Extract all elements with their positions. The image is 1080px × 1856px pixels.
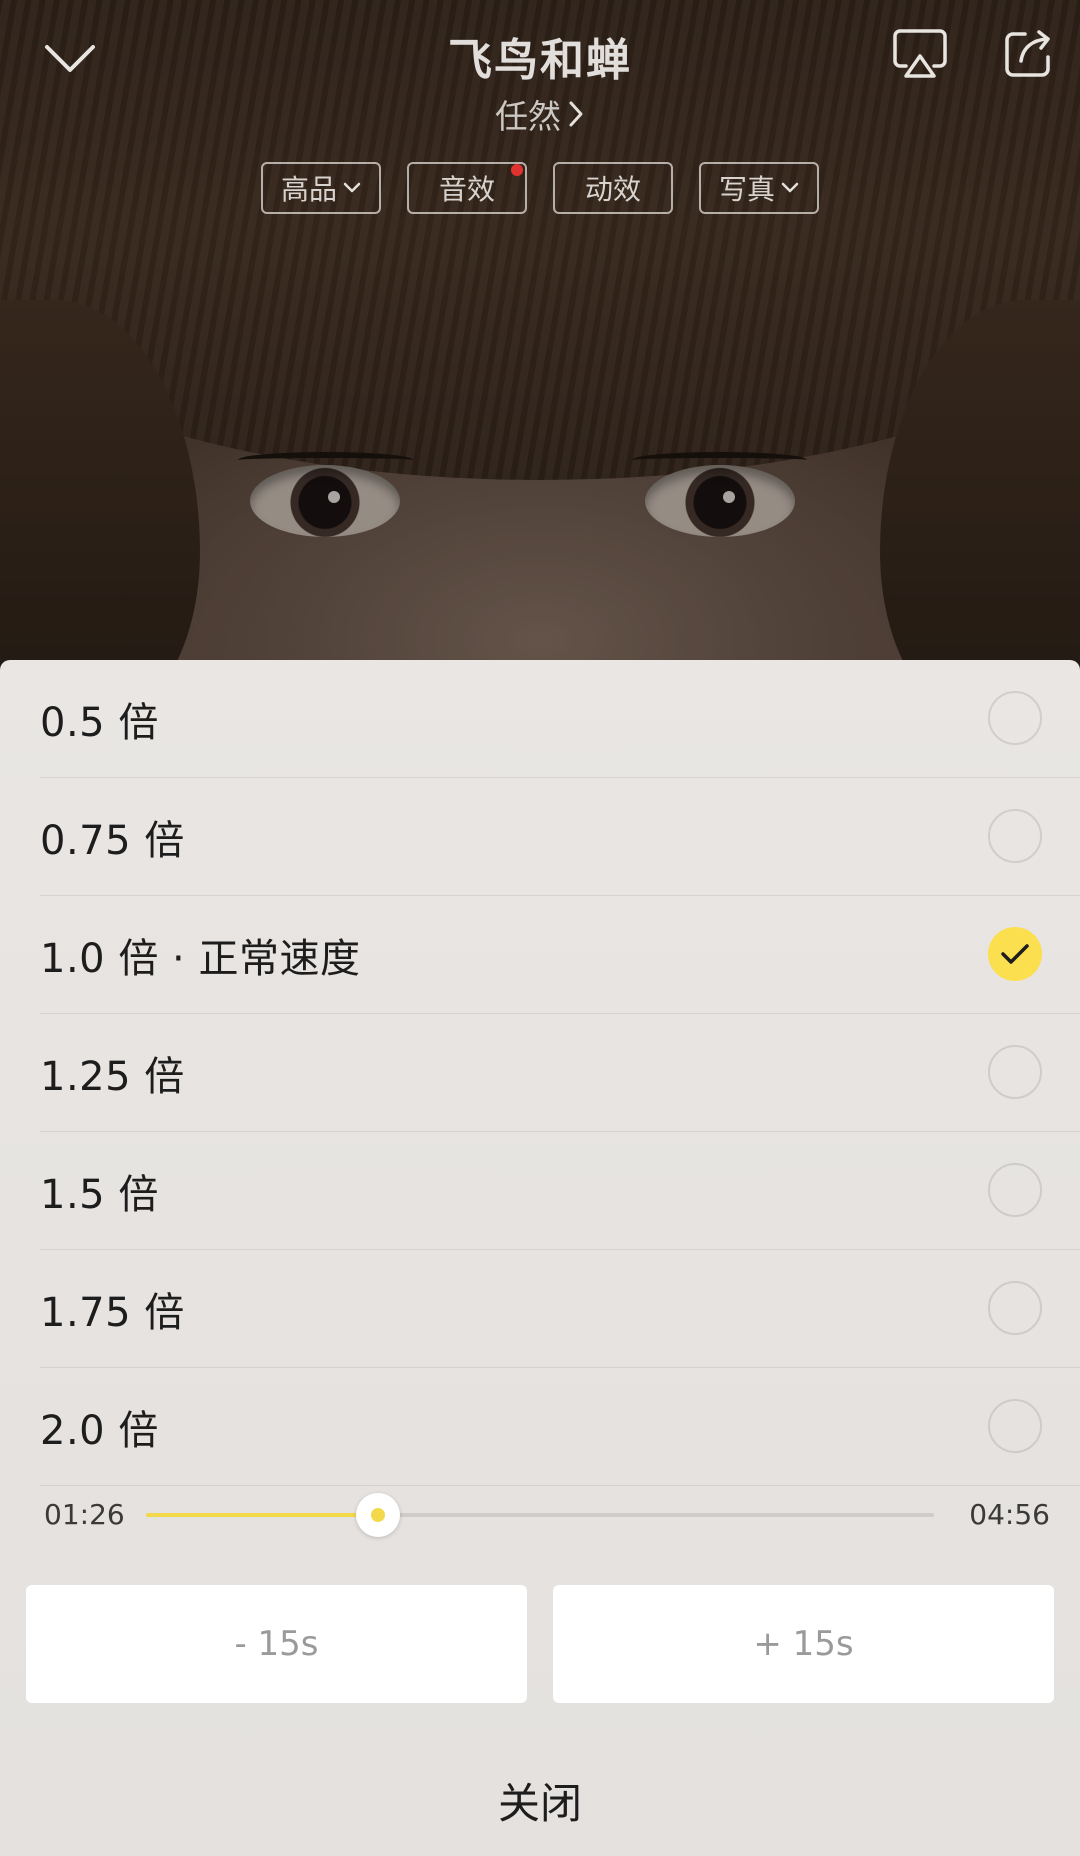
radio-unselected — [988, 1163, 1042, 1217]
player-header: 飞鸟和蝉 任然 高品 音效 动效 写真 — [0, 0, 1080, 230]
progress-fill — [146, 1513, 379, 1517]
quality-chips: 高品 音效 动效 写真 — [0, 162, 1080, 216]
chip-label: 高品 — [280, 173, 337, 206]
airplay-icon — [893, 29, 947, 78]
speed-options-list: 0.5 倍 0.75 倍 1.0 倍 · 正常速度 1.25 倍 1.5 倍 1… — [40, 660, 1080, 1486]
chip-photo[interactable]: 写真 — [699, 162, 819, 214]
chip-quality[interactable]: 高品 — [261, 162, 381, 214]
total-time: 04:56 — [969, 1498, 1050, 1531]
share-icon — [1005, 30, 1050, 77]
checkmark-icon — [1001, 944, 1029, 964]
speed-option-label: 1.25 倍 — [40, 1053, 185, 1100]
playback-speed-sheet: 0.5 倍 0.75 倍 1.0 倍 · 正常速度 1.25 倍 1.5 倍 1… — [0, 660, 1080, 1856]
chip-sound-effect[interactable]: 音效 — [407, 162, 527, 214]
speed-option-label: 2.0 倍 — [40, 1407, 159, 1454]
player-screen: 飞鸟和蝉 任然 高品 音效 动效 写真 0.5 倍 0.75 倍 1.0 倍 ·… — [0, 0, 1080, 1856]
radio-unselected — [988, 691, 1042, 745]
radio-selected — [988, 927, 1042, 981]
speed-option-label: 1.75 倍 — [40, 1289, 185, 1336]
speed-option-label: 1.0 倍 · 正常速度 — [40, 935, 361, 982]
forward-15s-button[interactable]: + 15s — [553, 1585, 1054, 1703]
chip-label: 动效 — [584, 173, 641, 206]
chip-label: 音效 — [438, 173, 495, 206]
chevron-down-icon — [781, 182, 799, 193]
collapse-button[interactable] — [30, 18, 110, 98]
progress-thumb[interactable] — [356, 1493, 401, 1537]
speed-option-0-5[interactable]: 0.5 倍 — [40, 660, 1080, 778]
share-button[interactable] — [988, 14, 1068, 94]
chip-animation[interactable]: 动效 — [553, 162, 673, 214]
speed-option-1-25[interactable]: 1.25 倍 — [40, 1014, 1080, 1132]
airplay-button[interactable] — [880, 14, 960, 94]
seek-buttons: - 15s + 15s — [26, 1585, 1054, 1703]
speed-option-label: 1.5 倍 — [40, 1171, 159, 1218]
speed-option-label: 0.75 倍 — [40, 817, 185, 864]
speed-option-1-5[interactable]: 1.5 倍 — [40, 1132, 1080, 1250]
speed-option-1-0[interactable]: 1.0 倍 · 正常速度 — [40, 896, 1080, 1014]
radio-unselected — [988, 1045, 1042, 1099]
chevron-down-icon — [45, 45, 95, 72]
rewind-15s-button[interactable]: - 15s — [26, 1585, 527, 1703]
artist-link[interactable]: 任然 — [340, 90, 740, 138]
current-time: 01:26 — [44, 1498, 125, 1531]
speed-option-0-75[interactable]: 0.75 倍 — [40, 778, 1080, 896]
chevron-down-icon — [343, 182, 361, 193]
radio-unselected — [988, 809, 1042, 863]
speed-option-1-75[interactable]: 1.75 倍 — [40, 1250, 1080, 1368]
progress-track[interactable] — [146, 1493, 934, 1537]
speed-option-label: 0.5 倍 — [40, 699, 159, 746]
close-button[interactable]: 关闭 — [390, 1760, 690, 1840]
radio-unselected — [988, 1281, 1042, 1335]
notification-dot — [511, 164, 523, 176]
radio-unselected — [988, 1399, 1042, 1453]
chip-label: 写真 — [718, 173, 775, 206]
speed-option-2-0[interactable]: 2.0 倍 — [40, 1368, 1080, 1486]
playback-progress: 01:26 04:56 — [0, 1480, 1080, 1550]
chevron-right-icon — [569, 101, 583, 127]
artist-name: 任然 — [495, 97, 561, 136]
thumb-dot — [371, 1508, 386, 1522]
song-title: 飞鸟和蝉 — [448, 35, 632, 86]
